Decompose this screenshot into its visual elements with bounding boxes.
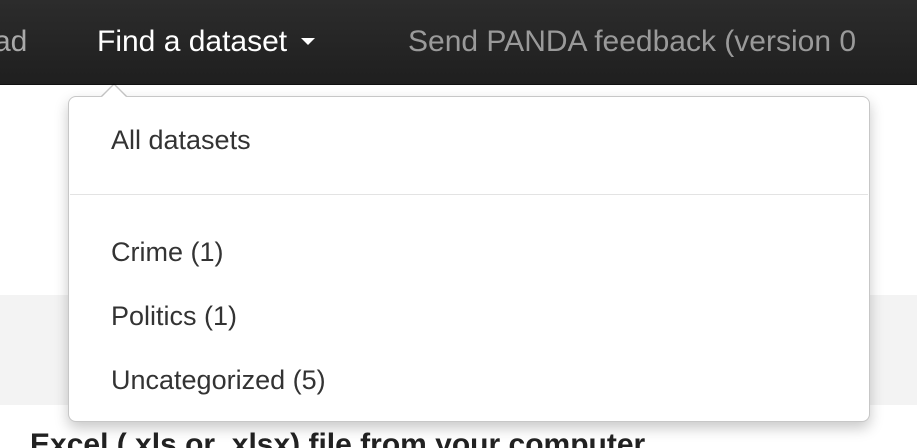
find-dataset-label: Find a dataset (97, 25, 288, 58)
menu-item-politics[interactable]: Politics (1) (111, 301, 237, 332)
page: ad Find a dataset Send PANDA feedback (v… (0, 0, 917, 448)
dropdown-arrow (102, 85, 126, 97)
nav-item-upload[interactable]: ad (0, 0, 27, 84)
caret-down-icon (301, 37, 316, 45)
menu-item-crime[interactable]: Crime (1) (111, 237, 224, 268)
find-dataset-dropdown-toggle[interactable]: Find a dataset (97, 0, 316, 84)
top-navbar: ad Find a dataset Send PANDA feedback (v… (0, 0, 917, 85)
menu-item-uncategorized[interactable]: Uncategorized (5) (111, 365, 326, 396)
find-dataset-menu: All datasets Crime (1) Politics (1) Unca… (68, 96, 870, 422)
menu-divider (70, 194, 868, 195)
menu-item-all-datasets[interactable]: All datasets (111, 125, 251, 156)
nav-item-feedback[interactable]: Send PANDA feedback (version 0 (408, 0, 856, 84)
upload-heading: Excel (.xls or .xlsx) file from your com… (30, 428, 646, 448)
